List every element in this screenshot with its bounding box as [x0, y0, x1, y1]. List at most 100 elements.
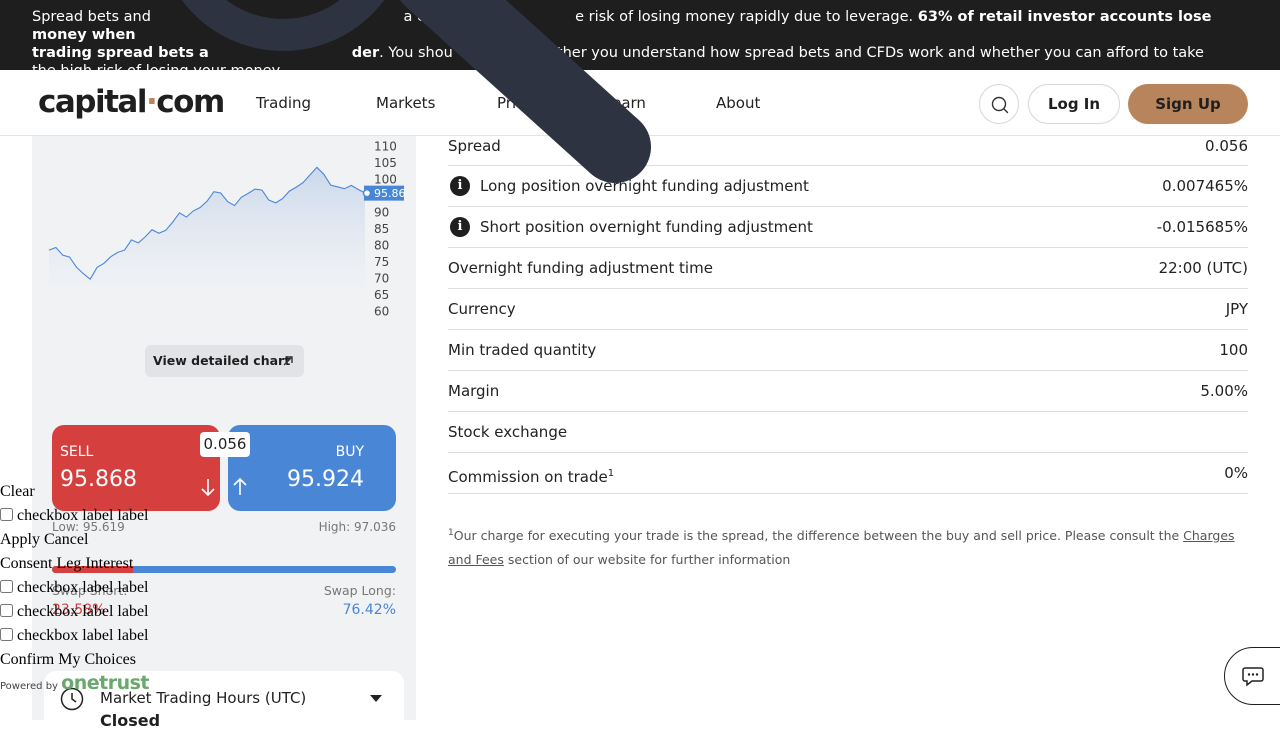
- view-detailed-chart-button[interactable]: View detailed chart: [145, 345, 304, 377]
- nav-learn[interactable]: Learn: [604, 94, 646, 112]
- spec-label-text: Stock exchange: [448, 423, 568, 441]
- consent-option: checkbox label label: [0, 626, 200, 650]
- checkbox-label: checkbox label label: [17, 579, 149, 596]
- spec-label: Min traded quantity: [448, 330, 596, 371]
- spec-label-text: Commission on trade: [448, 468, 608, 486]
- spec-row: Currency JPY: [448, 289, 1248, 330]
- logo-dot: ·: [145, 84, 158, 120]
- market-info-table: Spread 0.056 i Long position overnight fund…: [448, 136, 1248, 494]
- caret-down-icon: [370, 695, 382, 702]
- info-icon[interactable]: i: [450, 176, 470, 196]
- clear-button[interactable]: Clear: [0, 482, 200, 506]
- y-tick-label: 105: [374, 156, 397, 170]
- risk-text: Spread bets and: [32, 9, 156, 25]
- buy-button[interactable]: BUY 95.924: [228, 425, 396, 511]
- login-button[interactable]: Log In: [1028, 84, 1120, 124]
- consent-checkbox[interactable]: [0, 604, 13, 617]
- risk-text: a con: [403, 9, 444, 25]
- signup-button[interactable]: Sign Up: [1128, 84, 1248, 124]
- spec-label-text: Spread: [448, 137, 501, 155]
- nav-pricing[interactable]: Prici: [497, 94, 529, 112]
- y-tick-label: 90: [374, 206, 389, 220]
- risk-bold-text: der: [351, 45, 380, 61]
- cookie-consent-panel: Clear checkbox label label Apply Cancel …: [0, 482, 200, 674]
- spec-label: Commission on trade1: [448, 453, 614, 498]
- y-tick-label: 75: [374, 255, 389, 269]
- nav-about[interactable]: About: [716, 94, 760, 112]
- y-tick-label: 85: [374, 222, 389, 236]
- y-tick-label: 65: [374, 288, 389, 302]
- spec-label: Overnight funding adjustment time: [448, 248, 713, 289]
- spec-label-text: Long position overnight funding adjustme…: [480, 177, 809, 195]
- footnote-text: Our charge for executing your trade is t…: [453, 528, 1184, 544]
- chat-bubble-icon: [1242, 667, 1264, 687]
- search-button[interactable]: [979, 84, 1019, 124]
- risk-text: e risk of losing money rapidly due to le…: [575, 9, 918, 25]
- y-tick-label: 60: [374, 305, 389, 319]
- arrow-up-icon: [233, 477, 247, 495]
- spec-value: JPY: [1225, 300, 1248, 318]
- buy-label: BUY: [335, 444, 364, 460]
- footnote-marker: 1: [607, 468, 615, 479]
- spec-value: 22:00 (UTC): [1158, 259, 1248, 277]
- checkbox-label: checkbox label label: [17, 603, 149, 620]
- risk-text: hether you understand how spread bets an…: [538, 45, 1204, 61]
- consent-option: checkbox label label: [0, 602, 200, 626]
- checkbox-label: checkbox label label: [17, 507, 149, 524]
- logo-text: com: [156, 84, 225, 120]
- swap-long-label: Swap Long:: [323, 583, 396, 598]
- spec-row: Margin 5.00%: [448, 371, 1248, 412]
- top-navigation: capital·com Trading Markets Prici Learn …: [0, 70, 1280, 136]
- consent-actions: Apply Cancel: [0, 530, 200, 554]
- consent-option: checkbox label label: [0, 578, 200, 602]
- spec-row: Min traded quantity 100: [448, 330, 1248, 371]
- spec-label: Margin: [448, 371, 499, 412]
- nav-markets[interactable]: Markets: [376, 94, 435, 112]
- spec-label-text: Short position overnight funding adjustm…: [480, 218, 813, 236]
- swap-long-value: 76.42%: [342, 602, 396, 618]
- spec-value: 0.007465%: [1162, 177, 1248, 195]
- spec-value: 0.056: [1205, 137, 1248, 155]
- nav-trading[interactable]: Trading: [256, 94, 311, 112]
- spec-row: i Long position overnight funding adjustm…: [448, 166, 1248, 207]
- chart-area-fill: [49, 167, 365, 292]
- risk-text: . You shou: [379, 45, 453, 61]
- spec-label-text: Min traded quantity: [448, 341, 597, 359]
- confirm-choices-button[interactable]: Confirm My Choices: [0, 650, 200, 674]
- daily-high: High: 97.036: [318, 520, 396, 534]
- checkbox-label: checkbox label label: [17, 627, 149, 644]
- info-icon[interactable]: i: [450, 217, 470, 237]
- consent-checkbox[interactable]: [0, 580, 13, 593]
- sell-label: SELL: [60, 444, 94, 460]
- arrow-down-icon: [201, 479, 215, 497]
- market-status: Closed: [100, 711, 161, 730]
- onetrust-branding: Powered by onetrust: [0, 672, 149, 694]
- spec-row: Commission on trade1 0%: [448, 453, 1248, 494]
- consent-checkbox[interactable]: [0, 508, 13, 521]
- spec-label: Stock exchange: [448, 412, 567, 453]
- live-chat-button[interactable]: [1224, 647, 1280, 705]
- cancel-button[interactable]: Cancel: [44, 531, 88, 548]
- spec-row: i Short position overnight funding adjust…: [448, 207, 1248, 248]
- y-tick-label: 110: [374, 140, 397, 154]
- price-chart[interactable]: 1101051009590858075706560 95.86: [32, 136, 416, 326]
- spec-row: Spread 0.056: [448, 136, 1248, 166]
- spec-row: Stock exchange: [448, 412, 1248, 453]
- search-icon: [991, 96, 1009, 114]
- powered-by-label: Powered by: [0, 681, 58, 692]
- current-price-dot: [362, 188, 372, 198]
- consent-checkbox[interactable]: [0, 628, 13, 641]
- capital-com-logo[interactable]: capital·com: [38, 84, 225, 120]
- logo-text: capital: [38, 84, 147, 120]
- apply-button[interactable]: Apply: [0, 531, 40, 548]
- footnote-text: section of our website for further infor…: [503, 552, 791, 568]
- consent-option: checkbox label label: [0, 506, 200, 530]
- onetrust-logo: onetrust: [61, 672, 149, 694]
- spec-value: -0.015685%: [1156, 218, 1248, 236]
- current-price-label: 95.86: [374, 187, 406, 200]
- spec-value: 0%: [1224, 464, 1248, 482]
- spread-badge: 0.056: [200, 432, 250, 457]
- legitimate-interest-heading: Consent Leg.Interest: [0, 555, 134, 572]
- spec-label: Spread: [448, 137, 501, 155]
- risk-bold-text: trading spread bets a: [32, 45, 209, 61]
